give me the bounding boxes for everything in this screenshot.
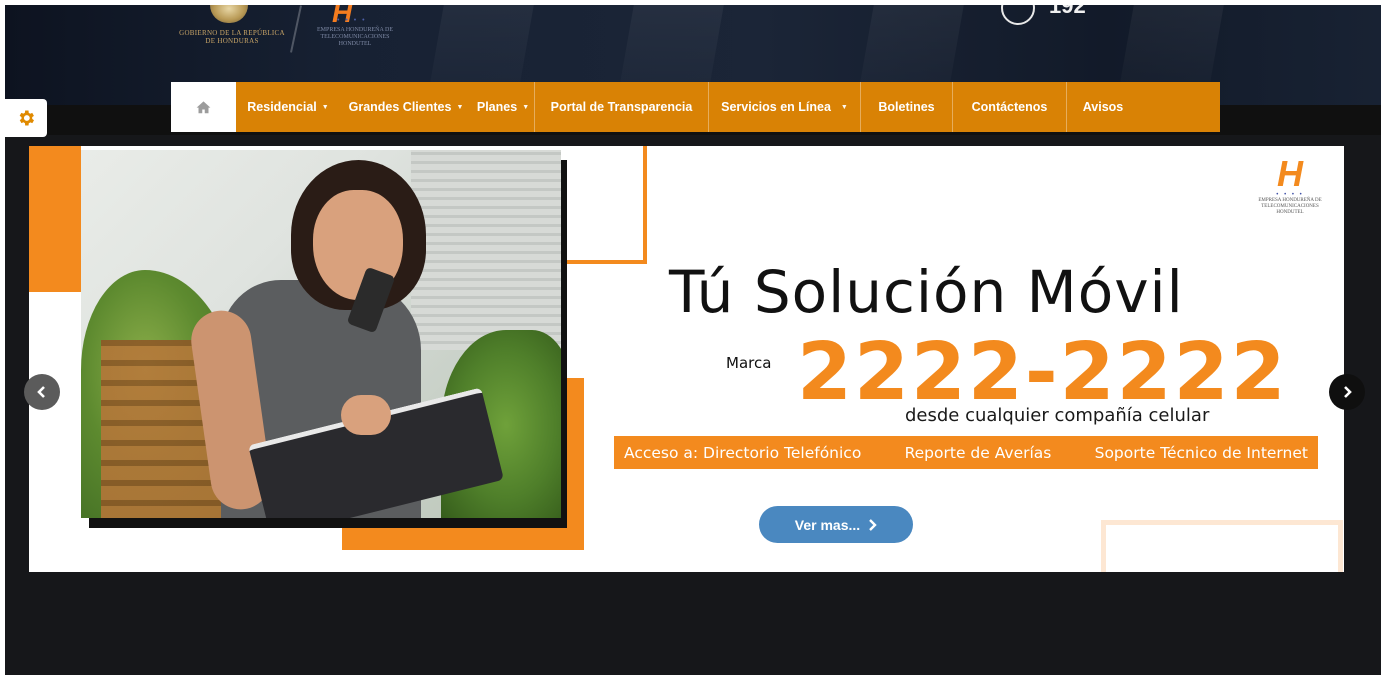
decor-block <box>29 146 81 292</box>
service-averias: Reporte de Averías <box>904 443 1052 462</box>
nav-item-contactenos[interactable]: Contáctenos <box>953 82 1066 132</box>
nav-item-label: Residencial <box>247 100 317 114</box>
nav-item-label: Grandes Clientes <box>348 100 452 114</box>
ver-mas-button[interactable]: Ver mas... <box>759 506 913 543</box>
caret-down-icon: ▼ <box>840 103 848 111</box>
nav-item-servicios-en-linea[interactable]: Servicios en Línea ▼ <box>709 82 860 132</box>
nav-item-boletines[interactable]: Boletines <box>861 82 952 132</box>
photo-window <box>411 150 561 350</box>
nav-item-residencial[interactable]: Residencial ▼ <box>236 82 340 132</box>
nav-item-label: Avisos <box>1082 100 1124 114</box>
nav-item-planes[interactable]: Planes ▼ <box>472 82 534 132</box>
ver-mas-label: Ver mas... <box>794 516 861 533</box>
decor-outline <box>563 146 647 264</box>
slider-prev-button[interactable] <box>24 374 60 410</box>
chevron-right-icon <box>1344 386 1352 398</box>
chevron-left-icon <box>37 386 45 398</box>
nav-item-label: Servicios en Línea <box>721 100 831 114</box>
caret-down-icon: ▼ <box>522 103 530 111</box>
service-soporte: Soporte Técnico de Internet <box>1094 443 1308 462</box>
settings-toggle-button[interactable] <box>5 99 47 137</box>
gear-icon <box>19 110 34 126</box>
nav-item-label: Planes <box>476 100 518 114</box>
slide-logo-letter: H <box>1277 153 1303 194</box>
phone-icon <box>1001 5 1035 25</box>
slide-services-bar: Acceso a: Directorio Telefónico Reporte … <box>614 436 1318 469</box>
home-icon <box>196 101 211 114</box>
nav-item-avisos[interactable]: Avisos <box>1067 82 1139 132</box>
slide-subline: desde cualquier compañía celular <box>905 405 1210 426</box>
hondutel-logo-text: Empresa Hondureña de Telecomunicaciones … <box>316 27 393 47</box>
woman-phone-photo <box>81 150 561 518</box>
phone-number-header[interactable]: 192 <box>1049 5 1086 19</box>
slide-headline: Tú Solución Móvil <box>669 258 1184 326</box>
government-seal-icon[interactable] <box>210 5 248 23</box>
photo-person-hand <box>341 395 391 435</box>
nav-home-button[interactable] <box>171 82 236 132</box>
main-navigation: Residencial ▼ Grandes Clientes ▼ Planes ▼ P… <box>171 82 1220 132</box>
caret-down-icon: ▼ <box>456 103 464 111</box>
service-directorio: Acceso a: Directorio Telefónico <box>624 443 862 462</box>
government-logo-text[interactable]: Gobierno de la República de Honduras <box>177 29 287 45</box>
slide-marca-label: Marca <box>726 354 772 372</box>
hero-slider[interactable]: H • • • • Empresa Hondureña de Telecomun… <box>29 146 1344 572</box>
nav-item-label: Boletines <box>878 100 935 114</box>
logo-stars-icon: • • • • <box>337 17 367 24</box>
header-divider <box>290 5 302 53</box>
slider-next-button[interactable] <box>1329 374 1365 410</box>
nav-item-portal-transparencia[interactable]: Portal de Transparencia <box>535 82 708 132</box>
decor-outline <box>1101 520 1343 572</box>
nav-item-label: Contáctenos <box>971 100 1048 114</box>
nav-item-label: Portal de Transparencia <box>550 100 693 114</box>
caret-down-icon: ▼ <box>321 103 329 111</box>
slide-logo-text: Empresa Hondureña de Telecomunicaciones … <box>1258 198 1322 215</box>
page-frame: Gobierno de la República de Honduras H •… <box>5 5 1381 675</box>
nav-item-grandes-clientes[interactable]: Grandes Clientes ▼ <box>340 82 472 132</box>
chevron-right-icon <box>869 518 877 531</box>
hondutel-slide-logo: H • • • • Empresa Hondureña de Telecomun… <box>1251 156 1329 220</box>
